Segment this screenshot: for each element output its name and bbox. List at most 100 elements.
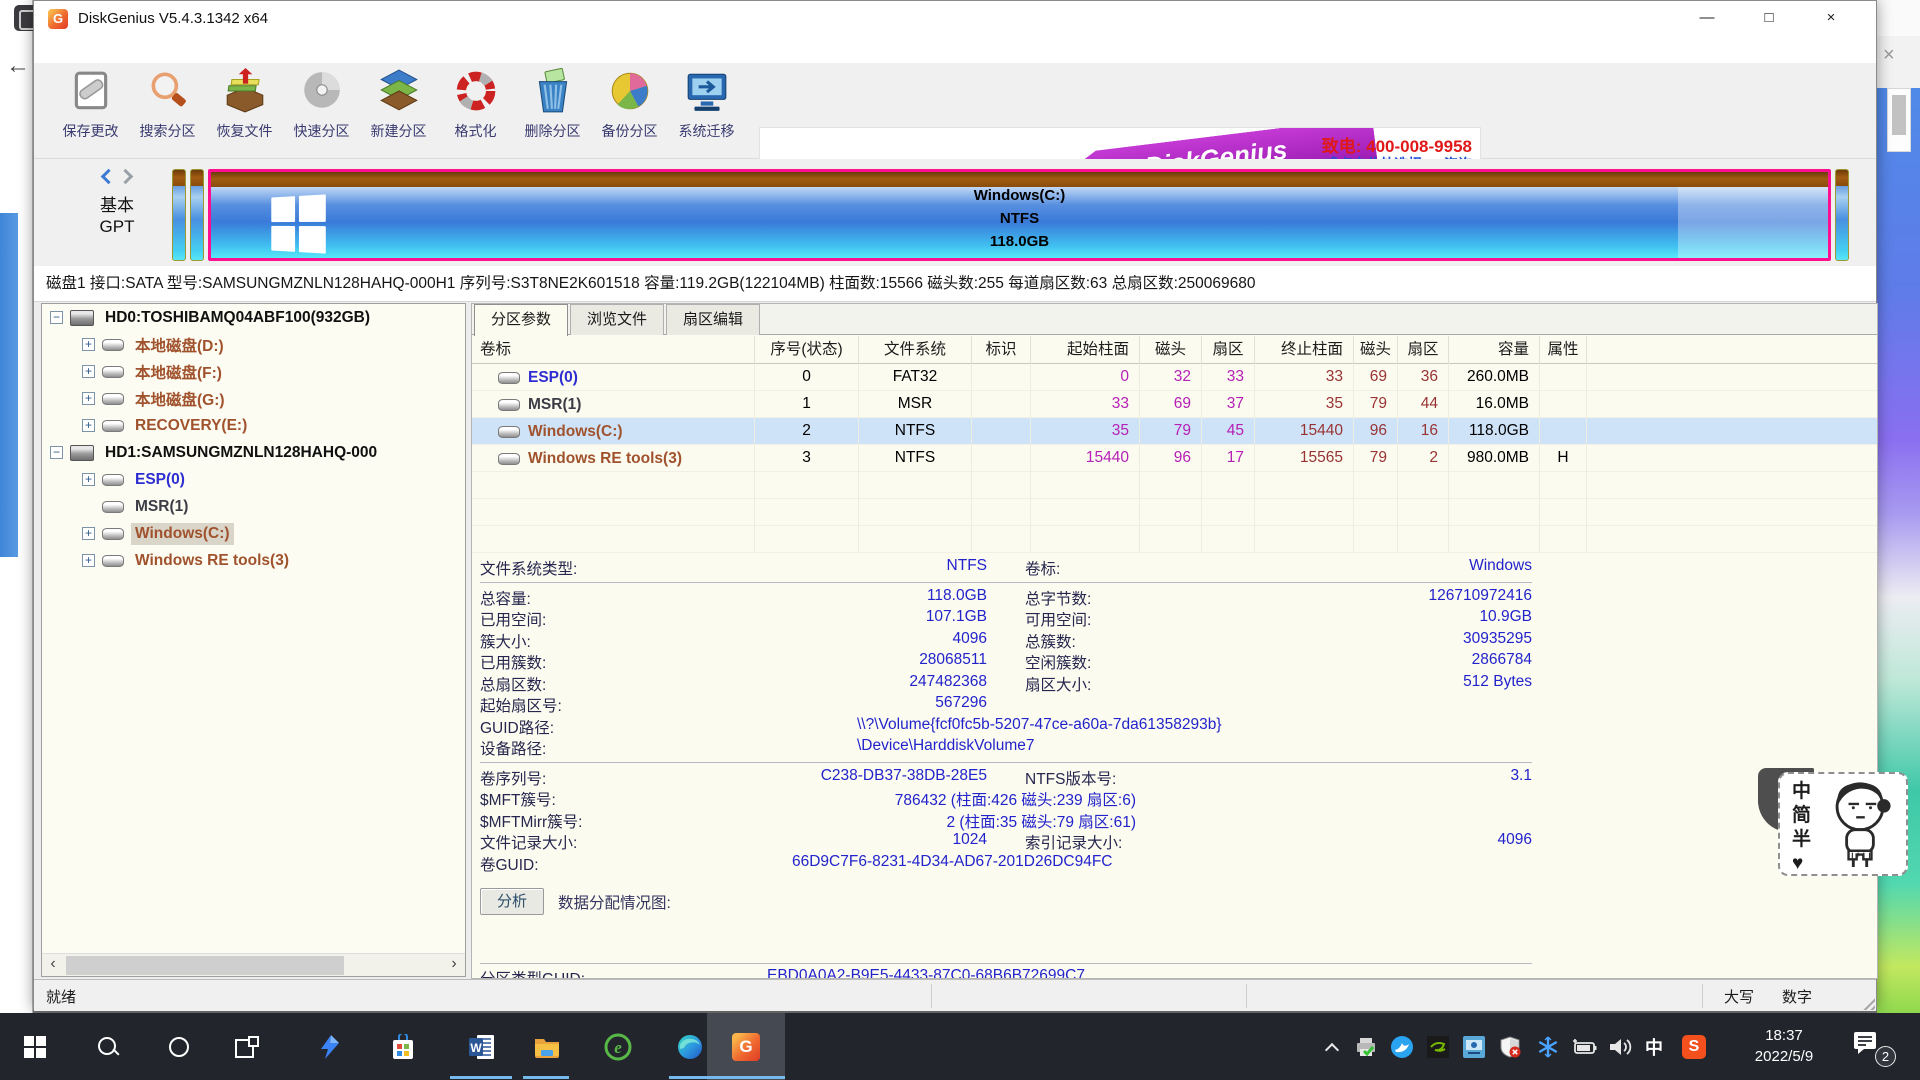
sogou-icon[interactable]: S bbox=[1680, 1033, 1708, 1061]
tab-browse-files[interactable]: 浏览文件 bbox=[570, 304, 664, 335]
delete-partition-button[interactable]: 删除分区 bbox=[514, 65, 591, 157]
battery-icon[interactable] bbox=[1570, 1033, 1598, 1061]
analyze-button[interactable]: 分析 bbox=[480, 888, 544, 915]
printer-check-icon[interactable] bbox=[1352, 1033, 1380, 1061]
tree-expand-icon[interactable]: + bbox=[82, 554, 95, 567]
file-explorer-icon[interactable] bbox=[527, 1027, 567, 1067]
new-partition-button[interactable]: 新建分区 bbox=[360, 65, 437, 157]
search-partition-button[interactable]: 搜索分区 bbox=[129, 65, 206, 157]
menu-item[interactable] bbox=[134, 48, 156, 52]
store-icon[interactable] bbox=[383, 1027, 423, 1067]
tree-item[interactable]: + 本地磁盘(F:) bbox=[42, 358, 465, 385]
word-icon[interactable]: W bbox=[462, 1027, 502, 1067]
tree-item[interactable]: + RECOVERY(E:) bbox=[42, 412, 465, 439]
defender-alert-icon[interactable] bbox=[1496, 1033, 1524, 1061]
search-icon[interactable] bbox=[88, 1027, 128, 1067]
titlebar[interactable]: G DiskGenius V5.4.3.1342 x64 — □ × bbox=[34, 1, 1876, 37]
messenger-icon[interactable] bbox=[1388, 1033, 1416, 1061]
tray-expand-icon[interactable] bbox=[1318, 1033, 1346, 1061]
tree-expand-icon[interactable]: + bbox=[82, 338, 95, 351]
col-start-head[interactable]: 磁头 bbox=[1140, 336, 1202, 364]
menu-item[interactable] bbox=[156, 48, 178, 52]
tree-expand-icon[interactable]: + bbox=[82, 473, 95, 486]
partition-bar-msr[interactable] bbox=[190, 169, 204, 261]
ime-indicator[interactable]: 中 bbox=[1640, 1033, 1668, 1061]
nav-right-icon[interactable] bbox=[118, 169, 134, 185]
tree-item[interactable]: MSR(1) bbox=[42, 493, 465, 520]
col-filesystem[interactable]: 文件系统 bbox=[859, 336, 972, 364]
col-start-sector[interactable]: 扇区 bbox=[1202, 336, 1255, 364]
close-button[interactable]: × bbox=[1800, 1, 1862, 37]
format-button[interactable]: 格式化 bbox=[437, 65, 514, 157]
nvidia-icon[interactable] bbox=[1424, 1033, 1452, 1061]
col-attributes[interactable]: 属性 bbox=[1540, 336, 1587, 364]
save-changes-button[interactable]: 保存更改 bbox=[52, 65, 129, 157]
menu-item[interactable] bbox=[112, 48, 134, 52]
background-scrollbar-thumb[interactable] bbox=[1892, 95, 1906, 135]
table-row[interactable] bbox=[472, 472, 1877, 499]
tree-item[interactable]: + 本地磁盘(D:) bbox=[42, 331, 465, 358]
tree-item[interactable]: − HD1:SAMSUNGMZNLN128HAHQ-000 bbox=[42, 439, 465, 466]
partition-bar-re-tools[interactable] bbox=[1835, 169, 1849, 261]
tree-item[interactable]: − HD0:TOSHIBAMQ04ABF100(932GB) bbox=[42, 304, 465, 331]
col-start-cylinder[interactable]: 起始柱面 bbox=[1031, 336, 1140, 364]
tree-expand-icon[interactable]: − bbox=[50, 446, 63, 459]
tree-expand-icon[interactable]: + bbox=[82, 365, 95, 378]
taskbar-clock[interactable]: 18:37 2022/5/9 bbox=[1736, 1025, 1832, 1067]
menu-item[interactable] bbox=[46, 48, 68, 52]
menu-item[interactable] bbox=[90, 48, 112, 52]
col-end-cylinder[interactable]: 终止柱面 bbox=[1255, 336, 1354, 364]
tab-sector-edit[interactable]: 扇区编辑 bbox=[666, 304, 760, 335]
tree-item[interactable]: + ESP(0) bbox=[42, 466, 465, 493]
scroll-left-icon[interactable]: ‹ bbox=[42, 954, 64, 976]
diskgenius-taskbar-icon[interactable]: G bbox=[726, 1027, 766, 1067]
snowflake-icon[interactable] bbox=[1534, 1033, 1562, 1061]
maximize-button[interactable]: □ bbox=[1738, 1, 1800, 37]
start-button[interactable] bbox=[15, 1027, 55, 1067]
minimize-button[interactable]: — bbox=[1676, 1, 1738, 37]
scroll-right-icon[interactable]: › bbox=[443, 954, 465, 976]
cortana-icon[interactable] bbox=[159, 1027, 199, 1067]
tree-expand-icon[interactable]: + bbox=[82, 392, 95, 405]
edge-icon[interactable] bbox=[670, 1027, 710, 1067]
quick-partition-button[interactable]: 快速分区 bbox=[283, 65, 360, 157]
tree-expand-icon[interactable]: − bbox=[50, 311, 63, 324]
table-row[interactable]: Windows(C:) 2 NTFS 35 79 45 15440 96 16 … bbox=[472, 418, 1877, 445]
tree-item[interactable]: + Windows(C:) bbox=[42, 520, 465, 547]
partition-bar-esp[interactable] bbox=[172, 169, 186, 261]
backup-partition-button[interactable]: 备份分区 bbox=[591, 65, 668, 157]
tree-expand-icon[interactable]: + bbox=[82, 419, 95, 432]
menu-item[interactable] bbox=[68, 48, 90, 52]
background-scrollbar[interactable] bbox=[1887, 88, 1911, 152]
col-flag[interactable]: 标识 bbox=[972, 336, 1031, 364]
table-row[interactable]: ESP(0) 0 FAT32 0 32 33 33 69 36 260.0MB bbox=[472, 364, 1877, 391]
tab-partition-params[interactable]: 分区参数 bbox=[474, 304, 568, 336]
partition-bar-windows-c[interactable]: Windows(C:) NTFS 118.0GB bbox=[208, 169, 1831, 261]
nav-left-icon[interactable] bbox=[101, 169, 117, 185]
col-capacity[interactable]: 容量 bbox=[1449, 336, 1540, 364]
table-row[interactable]: MSR(1) 1 MSR 33 69 37 35 79 44 16.0MB bbox=[472, 391, 1877, 418]
intel-graphics-icon[interactable] bbox=[1460, 1033, 1488, 1061]
table-row[interactable] bbox=[472, 499, 1877, 526]
notification-icon[interactable]: 2 bbox=[1850, 1029, 1896, 1063]
col-index-status[interactable]: 序号(状态) bbox=[755, 336, 859, 364]
col-volume-label[interactable]: 卷标 bbox=[472, 336, 755, 364]
sogou-ime-status-panel[interactable]: 中 简 半 ♥ bbox=[1778, 772, 1908, 876]
tree-hscroll-thumb[interactable] bbox=[66, 956, 344, 975]
table-row[interactable] bbox=[472, 526, 1877, 553]
tree-expand-icon[interactable]: + bbox=[82, 527, 95, 540]
flash-app-icon[interactable] bbox=[310, 1027, 350, 1067]
browser-e-icon[interactable]: e bbox=[598, 1027, 638, 1067]
back-arrow-icon[interactable]: ← bbox=[6, 52, 30, 80]
col-end-sector[interactable]: 扇区 bbox=[1398, 336, 1449, 364]
task-view-icon[interactable] bbox=[226, 1027, 266, 1067]
background-close-icon[interactable]: × bbox=[1883, 44, 1895, 67]
tree-item[interactable]: + 本地磁盘(G:) bbox=[42, 385, 465, 412]
resize-grip[interactable] bbox=[1860, 995, 1875, 1010]
system-migration-button[interactable]: 系统迁移 bbox=[668, 65, 745, 157]
recover-files-button[interactable]: 恢复文件 bbox=[206, 65, 283, 157]
tree-item[interactable]: + Windows RE tools(3) bbox=[42, 547, 465, 574]
volume-icon[interactable] bbox=[1606, 1033, 1634, 1061]
tree-hscrollbar[interactable]: ‹ › bbox=[42, 953, 465, 976]
table-row[interactable]: Windows RE tools(3) 3 NTFS 15440 96 17 1… bbox=[472, 445, 1877, 472]
